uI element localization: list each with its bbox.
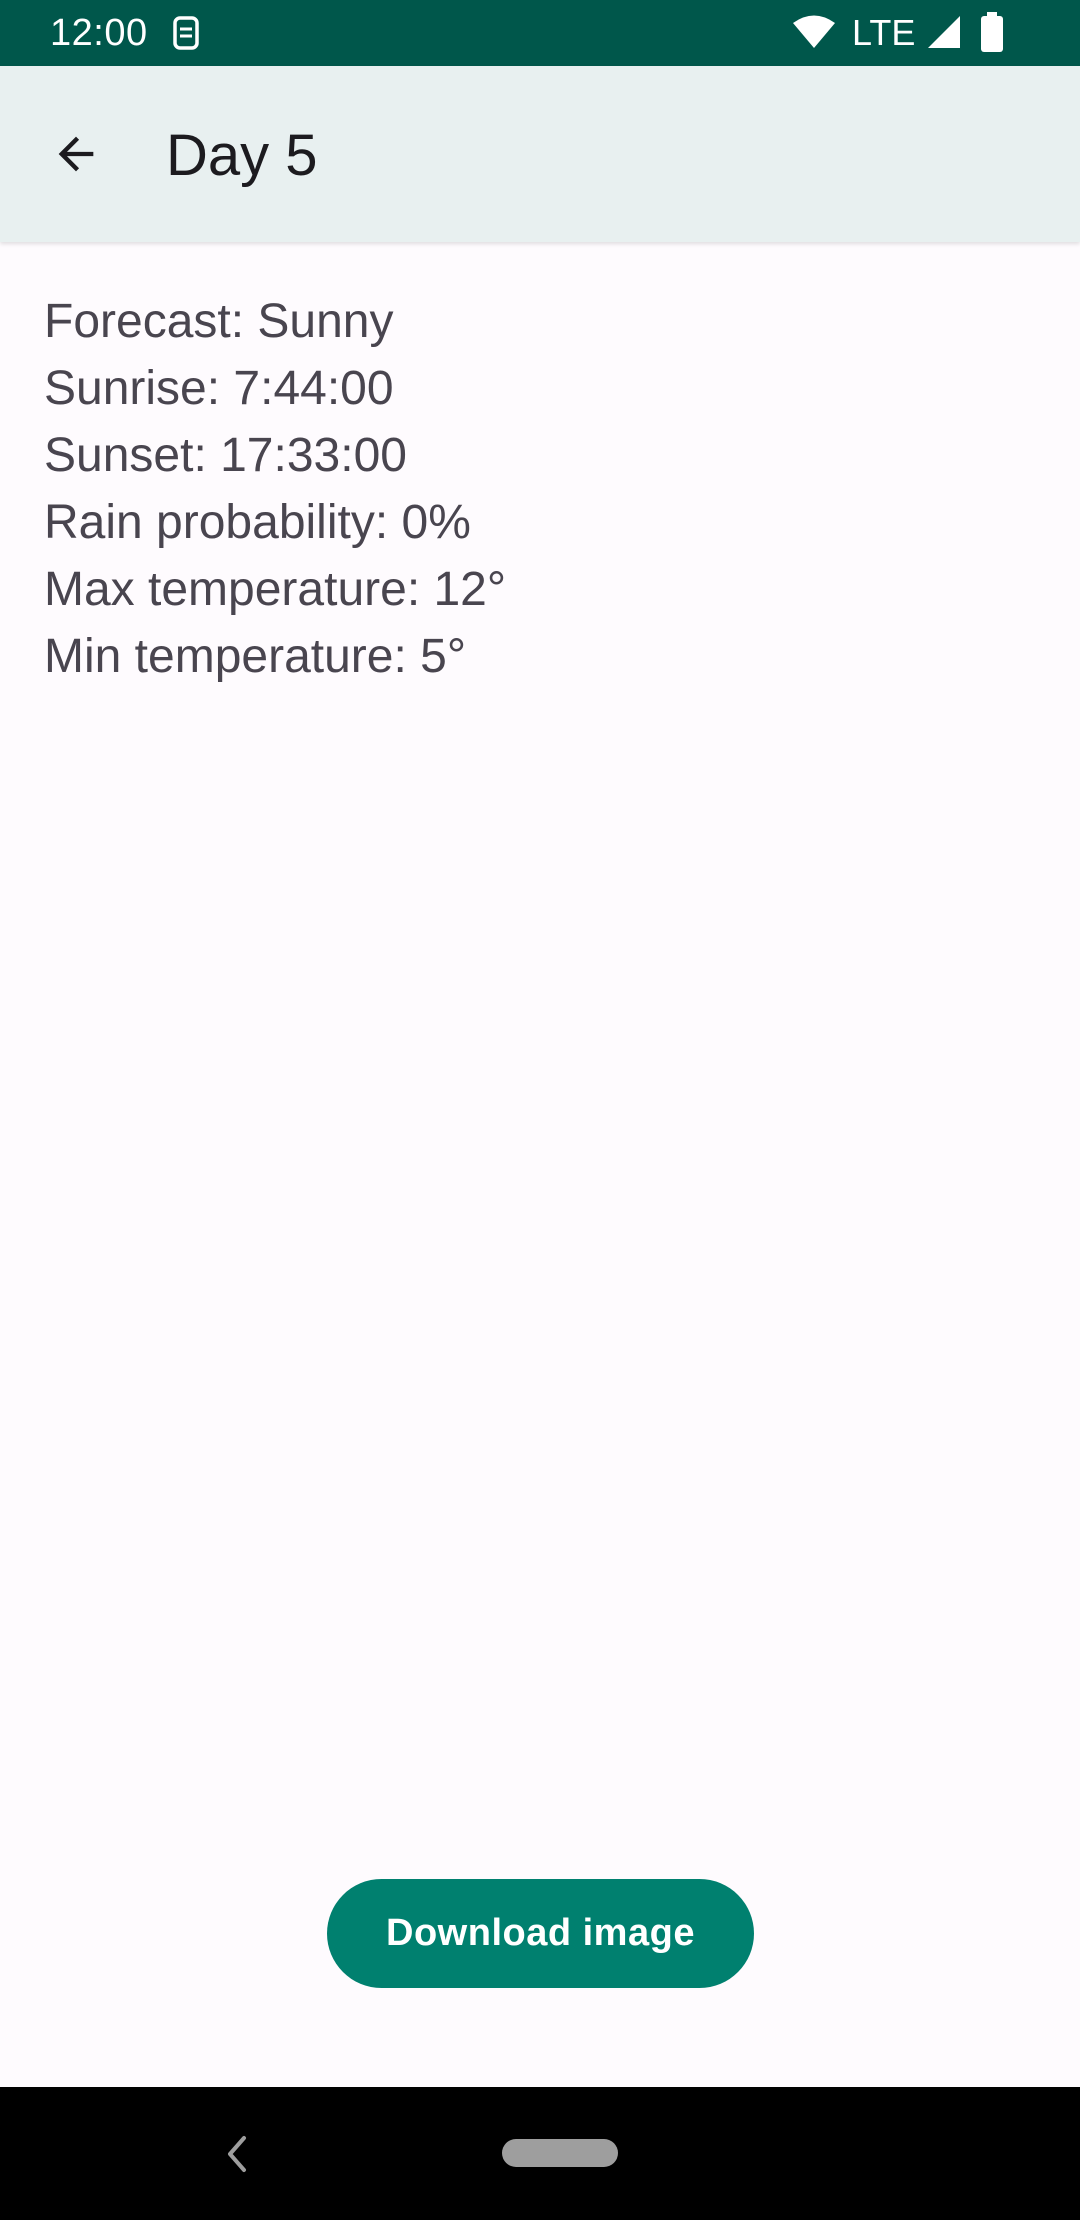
network-type: LTE	[852, 12, 916, 53]
sim-card-icon	[173, 16, 199, 50]
home-pill-icon[interactable]	[502, 2139, 618, 2167]
sunrise-text: Sunrise: 7:44:00	[44, 362, 394, 415]
wifi-icon	[793, 15, 835, 48]
sunset-text: Sunset: 17:33:00	[44, 429, 407, 482]
screen: 12:00 LTE Day 5 Forecast: Sunny Sunrise:…	[0, 0, 1080, 2220]
rain-probability-text: Rain probability: 0%	[44, 496, 471, 549]
status-time: 12:00	[50, 12, 148, 54]
status-bar: 12:00 LTE	[0, 0, 1080, 66]
nav-back-icon[interactable]	[222, 2132, 254, 2176]
download-image-button[interactable]: Download image	[327, 1879, 754, 1988]
signal-icon	[928, 16, 960, 48]
forecast-text: Forecast: Sunny	[44, 295, 394, 348]
forecast-details: Forecast: Sunny Sunrise: 7:44:00 Sunset:…	[44, 288, 506, 690]
arrow-back-icon	[58, 136, 94, 172]
app-bar: Day 5	[0, 66, 1080, 242]
navigation-bar	[0, 2087, 1080, 2220]
back-button[interactable]	[30, 108, 122, 200]
battery-icon	[981, 12, 1003, 52]
max-temperature-text: Max temperature: 12°	[44, 563, 507, 616]
page-title: Day 5	[166, 123, 318, 188]
min-temperature-text: Min temperature: 5°	[44, 630, 467, 683]
